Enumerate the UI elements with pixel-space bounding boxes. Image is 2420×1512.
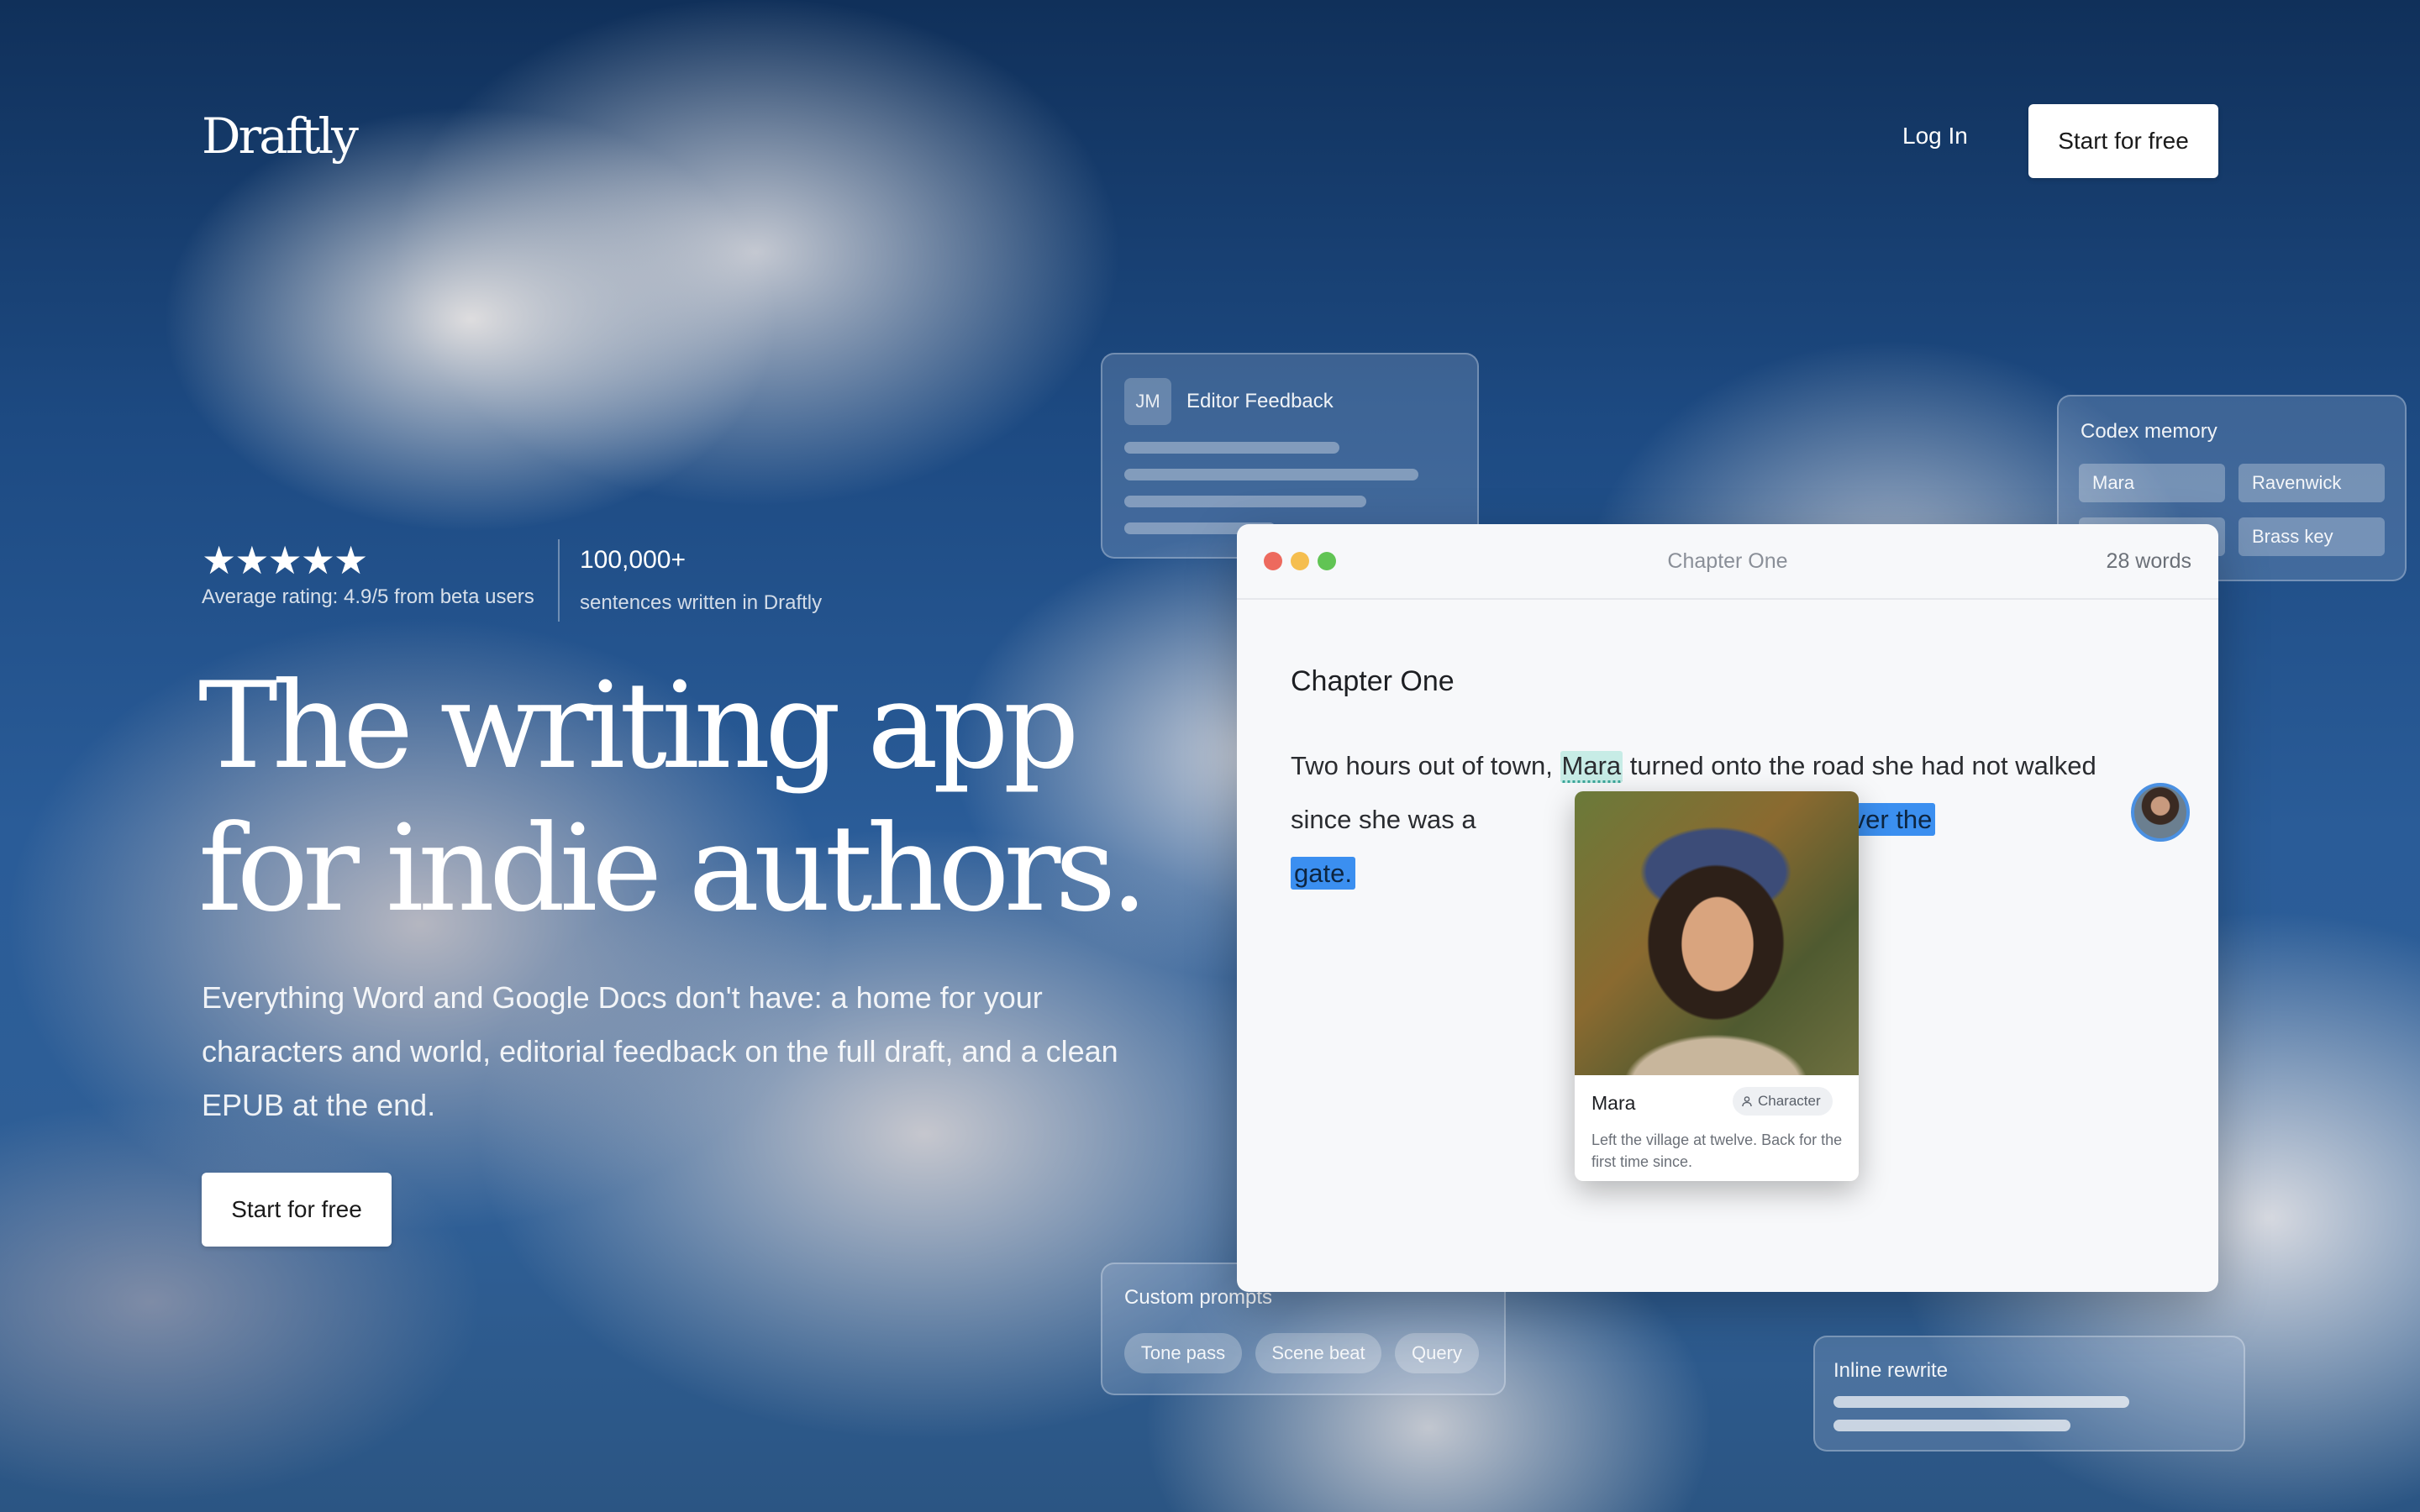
rating-stars-icon: ★★★★★	[202, 538, 368, 582]
codex-chip[interactable]: Brass key	[2238, 517, 2385, 556]
window-title: Chapter One	[1667, 549, 1788, 573]
prompt-pill-scene-beat[interactable]: Scene beat	[1255, 1333, 1381, 1373]
rewrite-line	[1833, 1396, 2129, 1408]
inline-rewrite-card: Inline rewrite	[1813, 1336, 2245, 1452]
character-name: Mara	[1591, 1092, 1636, 1114]
rewrite-card-title: Inline rewrite	[1833, 1359, 1949, 1382]
codex-chip[interactable]: Ravenwick	[2238, 464, 2385, 502]
character-badge-label: Character	[1758, 1093, 1821, 1109]
hero-title-line-2: for indie authors.	[198, 800, 1148, 938]
rewrite-line	[1833, 1420, 2070, 1431]
hero-title-line-1: The writing app	[198, 657, 1080, 795]
word-count: 28 words	[2106, 549, 2191, 573]
paragraph-text: Two hours out of town,	[1291, 751, 1560, 780]
character-card[interactable]: Mara Character Left the village at twelv…	[1575, 791, 1859, 1181]
hero-title: The writing app for indie authors.	[198, 655, 1148, 941]
feedback-line	[1124, 442, 1339, 454]
editor-window: Chapter One 28 words Chapter One Two hou…	[1237, 524, 2218, 1292]
codex-chip[interactable]: Mara	[2079, 464, 2225, 502]
hero-subtitle: Everything Word and Google Docs don't ha…	[202, 980, 1118, 1122]
feedback-line	[1124, 469, 1418, 480]
login-link[interactable]: Log In	[1902, 123, 1968, 150]
rating-text: Average rating: 4.9/5 from beta users	[202, 585, 534, 608]
prompt-pill-query[interactable]: Query	[1395, 1333, 1479, 1373]
hero-start-free-button[interactable]: Start for free	[202, 1173, 392, 1247]
selected-text[interactable]: gate.	[1291, 857, 1355, 890]
character-description: Left the village at twelve. Back for the…	[1591, 1131, 1843, 1170]
feedback-card-title: Editor Feedback	[1186, 390, 1334, 412]
chapter-heading[interactable]: Chapter One	[1291, 665, 1455, 698]
rating-divider	[558, 539, 560, 622]
stat-value: 100,000+	[580, 546, 686, 574]
character-mention-mara[interactable]: Mara	[1560, 751, 1623, 783]
logo[interactable]: Draftly	[202, 108, 359, 165]
nav-start-free-button[interactable]: Start for free	[2028, 104, 2218, 178]
person-icon	[1742, 1096, 1752, 1107]
collaborator-avatar[interactable]	[2131, 783, 2190, 842]
codex-card-title: Codex memory	[2081, 420, 2217, 443]
character-portrait	[1575, 791, 1859, 1075]
character-badge: Character	[1733, 1087, 1833, 1116]
editor-titlebar: Chapter One 28 words	[1237, 524, 2218, 600]
feedback-avatar: JM	[1124, 378, 1171, 425]
stat-label: sentences written in Draftly	[580, 591, 823, 614]
prompt-pill-tone-pass[interactable]: Tone pass	[1124, 1333, 1242, 1373]
feedback-line	[1124, 496, 1366, 507]
